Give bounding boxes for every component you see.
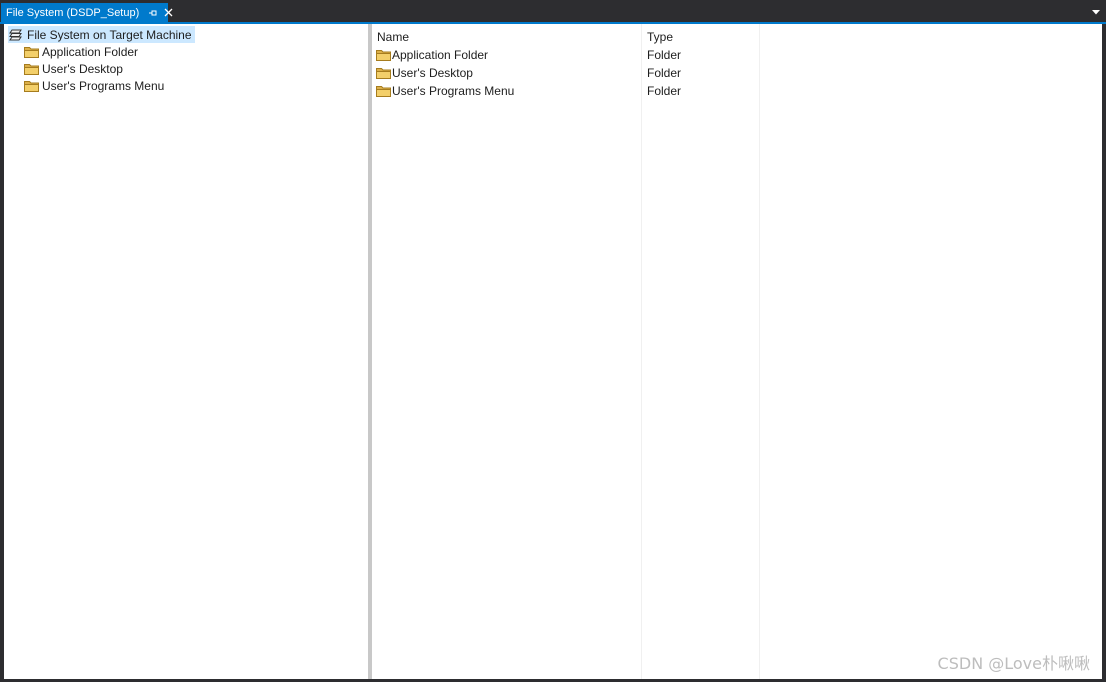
watermark: CSDN @Love朴啾啾: [937, 654, 1090, 673]
column-separator[interactable]: [641, 24, 642, 679]
list-item-name: Application Folder: [392, 47, 489, 62]
folder-icon: [23, 62, 39, 76]
folder-icon: [23, 45, 39, 59]
folder-icon: [375, 84, 391, 98]
drive-stack-icon: [8, 28, 24, 42]
column-header-type[interactable]: Type: [647, 29, 673, 45]
list-item-name: User's Programs Menu: [392, 83, 515, 98]
list-item-name: User's Desktop: [392, 65, 473, 80]
list-item-users-desktop[interactable]: User's Desktop: [375, 64, 473, 81]
tree-item-users-desktop[interactable]: User's Desktop: [23, 60, 123, 77]
chevron-down-icon[interactable]: [1092, 8, 1100, 16]
list-item-type: Folder: [647, 65, 682, 80]
column-separator[interactable]: [759, 24, 760, 679]
list-item-type: Folder: [647, 47, 682, 62]
list-item-type: Folder: [647, 83, 682, 98]
document-tab-strip: File System (DSDP_Setup): [0, 0, 1106, 22]
tree-root-file-system[interactable]: File System on Target Machine: [8, 26, 195, 43]
file-system-tree[interactable]: File System on Target Machine Applicatio…: [4, 24, 368, 679]
tree-item-label: User's Desktop: [42, 61, 123, 76]
pin-icon[interactable]: [148, 7, 158, 19]
tab-file-system[interactable]: File System (DSDP_Setup): [1, 3, 173, 22]
tree-item-application-folder[interactable]: Application Folder: [23, 43, 138, 60]
tree-item-label: Application Folder: [42, 44, 139, 59]
list-item-application-folder[interactable]: Application Folder: [375, 46, 488, 63]
tree-item-label: User's Programs Menu: [42, 78, 165, 93]
file-list-view[interactable]: Name Type Application Folder Folder User…: [372, 24, 1102, 679]
tab-title: File System (DSDP_Setup): [6, 6, 140, 19]
column-header-name[interactable]: Name: [377, 29, 409, 45]
folder-icon: [375, 66, 391, 80]
close-icon[interactable]: [164, 7, 173, 19]
list-item-users-programs-menu[interactable]: User's Programs Menu: [375, 82, 514, 99]
file-system-editor-window: File System (DSDP_Setup) File System on …: [0, 0, 1106, 682]
tree-item-users-programs-menu[interactable]: User's Programs Menu: [23, 77, 164, 94]
tree-root-label: File System on Target Machine: [27, 27, 192, 42]
folder-icon: [23, 79, 39, 93]
folder-icon: [375, 48, 391, 62]
